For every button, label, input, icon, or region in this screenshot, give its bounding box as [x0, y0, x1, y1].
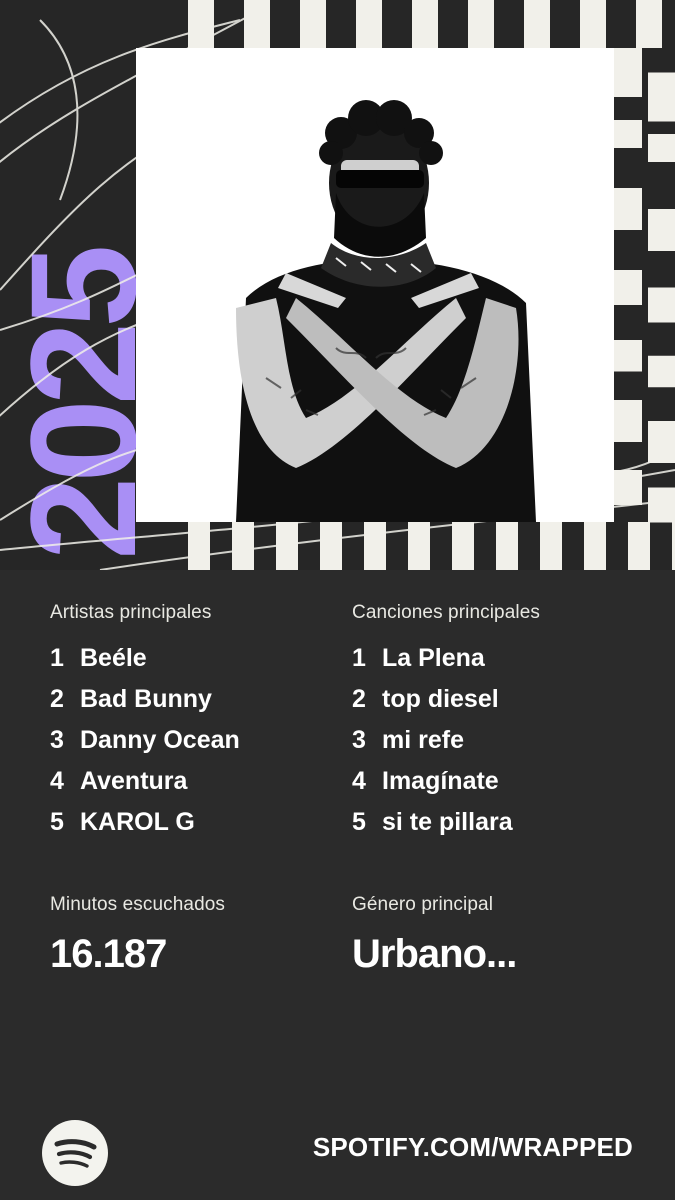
genre-label: Género principal — [352, 894, 494, 915]
spotify-logo-icon[interactable] — [42, 1120, 108, 1186]
wrapped-link[interactable]: SPOTIFY.COM/WRAPPED — [313, 1132, 633, 1163]
rank-number: 5 — [50, 808, 64, 836]
stripe — [356, 0, 382, 48]
stripe — [648, 287, 675, 323]
stripe — [648, 209, 675, 251]
rank-number: 2 — [50, 685, 64, 713]
song-name: si te pillara — [382, 808, 513, 836]
top-artists-list: 1 Beéle 2 Bad Bunny 3 Danny Ocean 4 Aventura… — [50, 638, 340, 843]
stripe — [300, 0, 326, 48]
song-item: 1 La Plena — [352, 638, 652, 679]
minutes-section: Minutos escuchados 16.187 — [50, 892, 225, 978]
song-name: Imagínate — [382, 767, 499, 795]
song-item: 5 si te pillara — [352, 802, 652, 843]
song-item: 2 top diesel — [352, 679, 652, 720]
song-name: mi refe — [382, 726, 464, 754]
stripe — [614, 120, 642, 148]
genre-section: Género principal Urbano... — [352, 892, 517, 978]
artist-name: Bad Bunny — [80, 685, 212, 713]
rank-number: 2 — [352, 685, 366, 713]
stripe — [244, 0, 270, 48]
top-songs-label: Canciones principales — [352, 602, 540, 623]
artist-name: Danny Ocean — [80, 726, 240, 754]
rank-number: 4 — [50, 767, 64, 795]
artist-photo — [136, 48, 614, 522]
artist-item: 3 Danny Ocean — [50, 720, 340, 761]
stripe — [614, 340, 642, 372]
artist-item: 4 Aventura — [50, 761, 340, 802]
song-name: La Plena — [382, 644, 485, 672]
top-songs-list: 1 La Plena 2 top diesel 3 mi refe 4 Imagínat… — [352, 638, 652, 843]
stripe — [648, 72, 675, 122]
stripe — [524, 0, 550, 48]
stripe — [636, 0, 662, 48]
stripe — [540, 522, 562, 570]
genre-value: Urbano... — [352, 932, 517, 976]
stripe — [320, 522, 342, 570]
stripe — [648, 134, 675, 162]
artist-name: Beéle — [80, 644, 147, 672]
stripe — [614, 188, 642, 230]
top-artists-label: Artistas principales — [50, 602, 212, 623]
artist-name: Aventura — [80, 767, 188, 795]
rank-number: 1 — [50, 644, 64, 672]
artist-name: KAROL G — [80, 808, 195, 836]
artist-item: 1 Beéle — [50, 638, 340, 679]
stripe — [614, 400, 642, 442]
minutes-label: Minutos escuchados — [50, 894, 226, 915]
stripe — [364, 522, 386, 570]
stripe — [628, 522, 650, 570]
stripe — [412, 0, 438, 48]
minutes-value: 16.187 — [50, 932, 167, 976]
top-artists-section: Artistas principales 1 Beéle 2 Bad Bunny 3… — [50, 600, 340, 843]
song-item: 3 mi refe — [352, 720, 652, 761]
stripe — [648, 487, 675, 523]
artist-photo-icon — [136, 48, 614, 522]
top-songs-section: Canciones principales 1 La Plena 2 top die… — [352, 600, 652, 843]
stripe — [584, 522, 606, 570]
rank-number: 3 — [50, 726, 64, 754]
stripe — [648, 355, 675, 388]
stripe — [614, 470, 642, 505]
stripe — [614, 270, 642, 305]
rank-number: 1 — [352, 644, 366, 672]
song-item: 4 Imagínate — [352, 761, 652, 802]
rank-number: 4 — [352, 767, 366, 795]
artist-item: 5 KAROL G — [50, 802, 340, 843]
song-name: top diesel — [382, 685, 499, 713]
rank-number: 5 — [352, 808, 366, 836]
rank-number: 3 — [352, 726, 366, 754]
footer: SPOTIFY.COM/WRAPPED — [0, 1110, 675, 1186]
stripe — [188, 522, 210, 570]
header-artwork: 2025 — [0, 0, 675, 570]
artist-item: 2 Bad Bunny — [50, 679, 340, 720]
stripe — [614, 48, 642, 97]
stripe — [452, 522, 474, 570]
stripe — [468, 0, 494, 48]
stripe — [496, 522, 518, 570]
stripe — [580, 0, 606, 48]
top-stripes — [188, 0, 662, 48]
